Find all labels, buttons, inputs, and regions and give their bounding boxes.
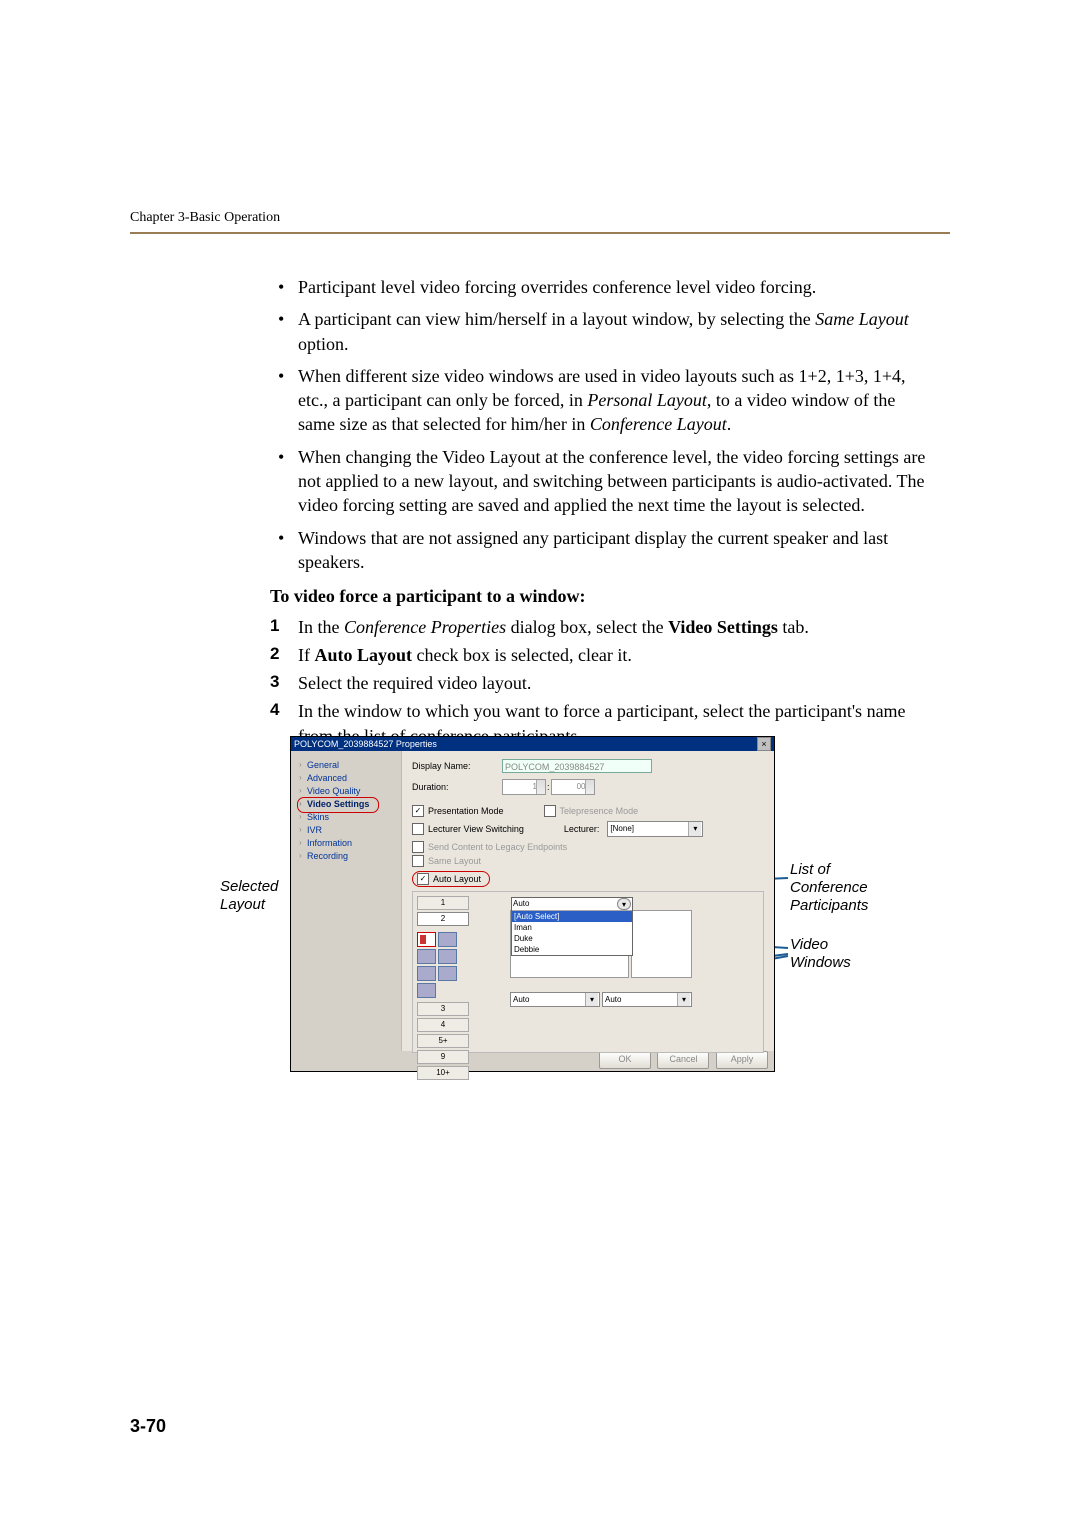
display-name-input[interactable]: POLYCOM_2039884527 <box>502 759 652 773</box>
dropdown-item[interactable]: [Auto Select] <box>512 911 632 922</box>
bullet-item: A participant can view him/herself in a … <box>270 307 930 356</box>
ok-button[interactable]: OK <box>599 1051 651 1069</box>
dropdown-item[interactable]: Iman <box>512 922 632 933</box>
dialog-button-bar: OK Cancel Apply <box>291 1051 774 1071</box>
sidebar-item-video-settings[interactable]: Video Settings <box>299 799 401 809</box>
layout-thumb[interactable] <box>438 949 457 964</box>
bullet-item: Participant level video forcing override… <box>270 275 930 299</box>
dropdown-item[interactable]: Duke <box>512 933 632 944</box>
checkbox-telepresence <box>544 805 556 817</box>
label-duration: Duration: <box>412 782 502 792</box>
label-lecturer: Lecturer: <box>564 824 600 834</box>
dialog-sidebar: General Advanced Video Quality Video Settin… <box>291 751 401 1051</box>
apply-button[interactable]: Apply <box>716 1051 768 1069</box>
layout-count-10plus[interactable]: 10+ <box>417 1066 469 1080</box>
sidebar-item-information[interactable]: Information <box>299 838 401 848</box>
duration-hours[interactable]: 1 <box>502 779 546 795</box>
dialog-title: POLYCOM_2039884527 Properties <box>294 737 437 751</box>
main-content: Participant level video forcing override… <box>270 275 930 752</box>
label-send-content: Send Content to Legacy Endpoints <box>428 842 567 852</box>
lecturer-select[interactable]: [None] <box>607 821 703 837</box>
step-item: 2If Auto Layout check box is selected, c… <box>270 643 930 667</box>
layout-thumbnails <box>417 932 469 998</box>
figure-wrap: SelectedLayout List ofConferenceParticip… <box>290 736 930 1116</box>
layout-count-9[interactable]: 9 <box>417 1050 469 1064</box>
layout-count-4[interactable]: 4 <box>417 1018 469 1032</box>
dialog-main-pane: Display Name: POLYCOM_2039884527 Duratio… <box>401 751 774 1051</box>
cancel-button[interactable]: Cancel <box>657 1051 709 1069</box>
label-presentation: Presentation Mode <box>428 806 504 816</box>
step-item: 1In the Conference Properties dialog box… <box>270 615 930 639</box>
label-display-name: Display Name: <box>412 761 502 771</box>
layout-area: 1 2 <box>412 891 764 1053</box>
label-lecturer-view: Lecturer View Switching <box>428 824 524 834</box>
layout-thumb[interactable] <box>438 966 457 981</box>
callout-text: SelectedLayout <box>220 878 278 913</box>
layout-count-5plus[interactable]: 5+ <box>417 1034 469 1048</box>
layout-preview: Auto▾ [Auto Select]ImanDukeDebbie <box>510 910 692 978</box>
sidebar-item-ivr[interactable]: IVR <box>299 825 401 835</box>
sidebar-item-advanced[interactable]: Advanced <box>299 773 401 783</box>
step-item: 3Select the required video layout. <box>270 671 930 695</box>
layout-count-1[interactable]: 1 <box>417 896 469 910</box>
chapter-header: Chapter 3-Basic Operation <box>130 210 280 226</box>
sidebar-item-recording[interactable]: Recording <box>299 851 401 861</box>
checkbox-auto-layout[interactable] <box>417 873 429 885</box>
checkbox-lecturer-view[interactable] <box>412 823 424 835</box>
document-page: Chapter 3-Basic Operation Participant le… <box>0 0 1080 1527</box>
window-select-2[interactable]: Auto <box>602 992 692 1007</box>
video-window-small[interactable] <box>631 910 692 978</box>
layout-thumb[interactable] <box>417 966 436 981</box>
bullet-list: Participant level video forcing override… <box>270 275 930 574</box>
duration-minutes[interactable]: 00 <box>551 779 595 795</box>
layout-thumb-selected[interactable] <box>417 932 436 947</box>
bullet-item: When different size video windows are us… <box>270 364 930 437</box>
checkbox-send-content <box>412 841 424 853</box>
label-same-layout: Same Layout <box>428 856 481 866</box>
header-rule <box>130 232 950 234</box>
label-telepresence: Telepresence Mode <box>560 806 639 816</box>
video-window-large[interactable]: Auto▾ [Auto Select]ImanDukeDebbie <box>510 910 629 978</box>
duration-sep: : <box>547 782 550 792</box>
checkbox-same-layout <box>412 855 424 867</box>
callout-video-windows: VideoWindows <box>790 936 851 972</box>
numbered-steps: 1In the Conference Properties dialog box… <box>270 615 930 748</box>
callout-selected-layout: SelectedLayout <box>220 878 278 914</box>
properties-dialog: POLYCOM_2039884527 Properties × General A… <box>290 736 775 1072</box>
sidebar-item-general[interactable]: General <box>299 760 401 770</box>
dropdown-head: Auto <box>513 898 529 910</box>
label-auto-layout: Auto Layout <box>433 874 481 884</box>
layout-thumb[interactable] <box>417 949 436 964</box>
callout-list-participants: List ofConferenceParticipants <box>790 861 868 915</box>
layout-thumb[interactable] <box>417 983 436 998</box>
layout-count-2[interactable]: 2 <box>417 912 469 926</box>
layout-left-column: 1 2 <box>417 896 469 1046</box>
checkbox-presentation[interactable] <box>412 805 424 817</box>
window-select-1[interactable]: Auto <box>510 992 600 1007</box>
layout-thumb[interactable] <box>438 932 457 947</box>
dialog-titlebar: POLYCOM_2039884527 Properties × <box>291 737 774 751</box>
layout-count-3[interactable]: 3 <box>417 1002 469 1016</box>
chevron-down-icon[interactable]: ▾ <box>617 898 631 910</box>
close-icon[interactable]: × <box>757 737 771 751</box>
dropdown-item[interactable]: Debbie <box>512 944 632 955</box>
bullet-item: When changing the Video Layout at the co… <box>270 445 930 518</box>
sidebar-item-skins[interactable]: Skins <box>299 812 401 822</box>
sidebar-item-video-quality[interactable]: Video Quality <box>299 786 401 796</box>
bullet-item: Windows that are not assigned any partic… <box>270 526 930 575</box>
instruction-heading: To video force a participant to a window… <box>270 584 930 608</box>
page-number: 3-70 <box>130 1416 166 1437</box>
participant-dropdown[interactable]: Auto ▾ [Auto Select]ImanDukeDebbie <box>511 897 633 956</box>
